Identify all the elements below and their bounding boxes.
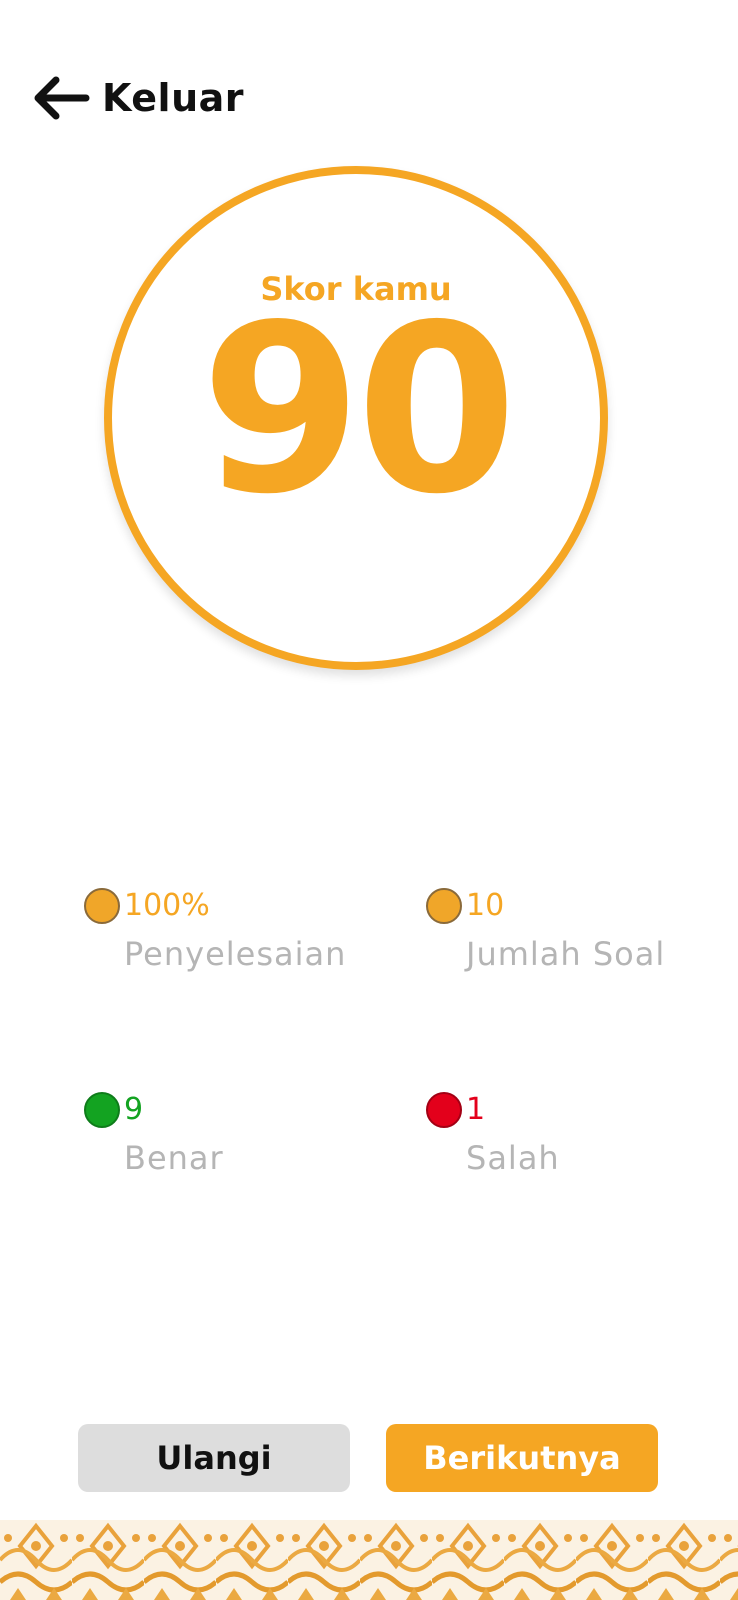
correct-value: 9 bbox=[124, 1092, 144, 1127]
question-count-label: Jumlah Soal bbox=[466, 935, 666, 973]
retry-button-label: Ulangi bbox=[156, 1439, 272, 1477]
stat-completion: 100% Penyelesaian bbox=[84, 884, 384, 984]
stat-wrong: 1 Salah bbox=[426, 1088, 726, 1188]
correct-label: Benar bbox=[124, 1139, 224, 1177]
question-count-dot-icon bbox=[426, 888, 462, 924]
completion-dot-icon bbox=[84, 888, 120, 924]
next-button-label: Berikutnya bbox=[423, 1439, 621, 1477]
next-button[interactable]: Berikutnya bbox=[386, 1424, 658, 1492]
score-value: 90 bbox=[200, 275, 518, 545]
arrow-left-icon bbox=[34, 76, 90, 120]
stat-correct: 9 Benar bbox=[84, 1088, 384, 1188]
wrong-value: 1 bbox=[466, 1092, 486, 1127]
score-circle: Skor kamu 90 bbox=[104, 166, 608, 670]
exit-button[interactable]: Keluar bbox=[30, 66, 244, 130]
completion-value: 100% bbox=[124, 888, 210, 923]
wrong-dot-icon bbox=[426, 1092, 462, 1128]
wrong-label: Salah bbox=[466, 1139, 560, 1177]
correct-dot-icon bbox=[84, 1092, 120, 1128]
stat-question-count: 10 Jumlah Soal bbox=[426, 884, 726, 984]
exit-label: Keluar bbox=[102, 76, 245, 120]
retry-button[interactable]: Ulangi bbox=[78, 1424, 350, 1492]
completion-label: Penyelesaian bbox=[124, 935, 347, 973]
question-count-value: 10 bbox=[466, 888, 505, 923]
decorative-border-pattern bbox=[0, 1520, 738, 1600]
